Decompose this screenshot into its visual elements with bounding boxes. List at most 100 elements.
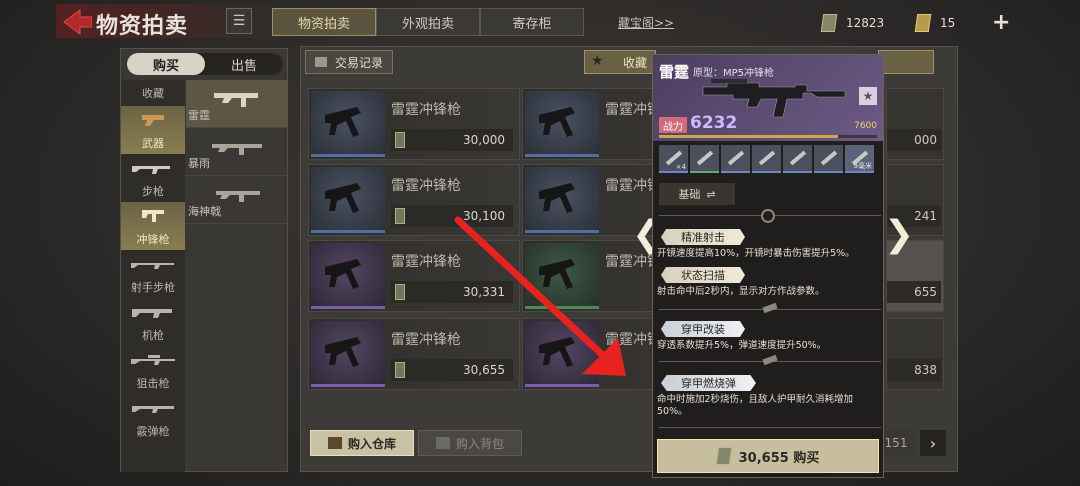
category-list: 收藏 武器 步枪 冲锋枪 射手步枪 机枪 狙击枪 霰弹枪	[121, 80, 185, 472]
next-item-chevron-icon[interactable]: ❯	[884, 214, 914, 255]
perk-description: 命中时施加2秒烧伤，且敌人护甲耐久消耗增加50%。	[657, 394, 854, 418]
perk-tag: 穿甲改装	[661, 321, 745, 337]
price-value: 000	[887, 129, 941, 151]
category-favorites[interactable]: 收藏	[121, 76, 185, 104]
divider	[659, 427, 881, 428]
category-smg[interactable]: 冲锋枪	[121, 202, 185, 250]
item-thumbnail	[311, 91, 385, 157]
stock-attachment-icon[interactable]	[783, 145, 812, 173]
trade-record-label: 交易记录	[334, 55, 383, 70]
item-thumbnail	[525, 91, 599, 157]
weapon-name: 雷霆	[659, 63, 690, 81]
perk-tag: 穿甲燃烧弹	[661, 375, 756, 391]
category-sniper[interactable]: 狙击枪	[121, 346, 185, 394]
banknote-icon	[395, 284, 405, 300]
weapon-header: 雷霆 原型：MP5冲锋枪 ★ 战力 6232 7600	[653, 55, 883, 141]
item-name: 雷霆冲锋枪	[391, 178, 461, 194]
favorite-filter-button[interactable]: ★ 收藏	[584, 50, 656, 74]
category-label: 射手步枪	[131, 281, 175, 294]
buy-button[interactable]: 30,655 购买	[657, 439, 879, 473]
tab-supply-auction[interactable]: 物资拍卖	[272, 8, 376, 36]
category-label: 收藏	[142, 87, 164, 100]
category-label: 冲锋枪	[136, 233, 170, 246]
item-name: 雷霆冲锋枪	[391, 102, 461, 118]
smg-icon	[214, 93, 258, 107]
magazine-attachment-icon[interactable]	[814, 145, 843, 173]
price-value: 838	[887, 359, 941, 381]
smg-icon	[216, 191, 260, 202]
price-value: 30,000	[463, 133, 505, 147]
attachment-mini-icon	[762, 302, 778, 314]
rifle-icon	[132, 166, 170, 174]
power-value: 6232	[690, 113, 738, 133]
item-thumbnail	[311, 243, 385, 309]
back-arrow-icon[interactable]	[62, 8, 92, 36]
silver-banknote-icon	[820, 14, 838, 32]
power-bar	[659, 135, 877, 138]
category-rifles[interactable]: 步枪	[121, 154, 185, 202]
smg-icon	[325, 337, 361, 367]
ammo-mini-icon	[762, 354, 778, 366]
subweapon-label: 海神戟	[188, 205, 221, 218]
subweapon-trident[interactable]: 海神戟	[186, 176, 288, 224]
treasure-pavilion-link[interactable]: 藏宝阁>>	[618, 14, 674, 31]
subweapon-thunder[interactable]: 雷霆	[186, 80, 288, 128]
buy-toggle[interactable]: 购买	[127, 53, 205, 75]
category-marksman[interactable]: 射手步枪	[121, 250, 185, 298]
gold-currency: 15	[914, 12, 956, 34]
ammo-attachment-icon[interactable]: 9毫米	[845, 145, 874, 173]
grip-attachment-icon[interactable]	[752, 145, 781, 173]
category-shotgun[interactable]: 霰弹枪	[121, 394, 185, 442]
gear-icon	[761, 209, 775, 223]
weapon-detail-popup: 雷霆 原型：MP5冲锋枪 ★ 战力 6232 7600 ×4 9毫米 基础 ⇌	[652, 54, 884, 478]
listing-card[interactable]: 838	[886, 318, 944, 390]
buy-to-warehouse-button[interactable]: 购入仓库	[310, 430, 414, 456]
favorite-star-icon[interactable]: ★	[859, 87, 877, 105]
buy-to-backpack-button[interactable]: 购入背包	[418, 430, 522, 456]
category-label: 步枪	[142, 185, 164, 198]
attachment-count: ×4	[675, 163, 686, 171]
tab-appearance-auction[interactable]: 外观拍卖	[376, 8, 480, 36]
filter-button[interactable]	[878, 50, 934, 74]
red-pointer-arrow	[454, 216, 626, 376]
sell-toggle[interactable]: 出售	[205, 53, 283, 75]
favorite-label: 收藏	[622, 55, 647, 70]
banknote-icon	[395, 362, 405, 378]
next-page-button[interactable]: ›	[920, 430, 946, 456]
buy-button-label: 30,655 购买	[738, 450, 820, 466]
trade-record-button[interactable]: 交易记录	[305, 50, 393, 74]
scope-attachment-icon[interactable]	[721, 145, 750, 173]
shotgun-icon	[132, 406, 174, 413]
category-machine-gun[interactable]: 机枪	[121, 298, 185, 346]
muzzle-attachment-icon[interactable]: ×4	[659, 145, 688, 173]
perk-description: 射击命中后2秒内，显示对方作战参数。	[657, 286, 825, 297]
buy-sell-toggle: 购买 出售	[127, 53, 283, 75]
buy-to-backpack-label: 购入背包	[455, 436, 504, 451]
gold-amount: 15	[940, 16, 956, 30]
listing-card[interactable]: 000	[886, 88, 944, 160]
smg-icon	[212, 144, 262, 155]
power-label: 战力	[659, 117, 687, 133]
item-thumbnail	[311, 321, 385, 387]
list-icon[interactable]: ☰	[226, 8, 252, 34]
add-currency-button[interactable]: +	[992, 10, 1010, 35]
star-icon: ★	[591, 53, 604, 69]
category-label: 霰弹枪	[136, 425, 170, 438]
tab-storage-locker[interactable]: 寄存柜	[480, 8, 584, 36]
pistol-icon	[142, 115, 164, 126]
listing-card[interactable]: 雷霆冲锋枪 30,000	[308, 88, 520, 160]
category-label: 机枪	[142, 329, 164, 342]
base-stats-toggle[interactable]: 基础 ⇌	[659, 183, 735, 205]
smg-icon	[142, 210, 164, 222]
warehouse-icon	[327, 437, 342, 449]
category-weapons[interactable]: 武器	[121, 106, 185, 154]
item-price: 30,000	[391, 129, 513, 151]
smg-icon	[325, 107, 361, 137]
perk-tag: 状态扫描	[661, 267, 745, 283]
backpack-icon	[435, 437, 450, 449]
silver-currency: 12823	[820, 12, 884, 34]
subweapon-storm[interactable]: 暴雨	[186, 128, 288, 176]
item-thumbnail	[311, 167, 385, 233]
barrel-attachment-icon[interactable]	[690, 145, 719, 173]
game-screen: 物资拍卖 ☰ 物资拍卖 外观拍卖 寄存柜 藏宝阁>> 12823 15 + 购买…	[0, 0, 1080, 486]
